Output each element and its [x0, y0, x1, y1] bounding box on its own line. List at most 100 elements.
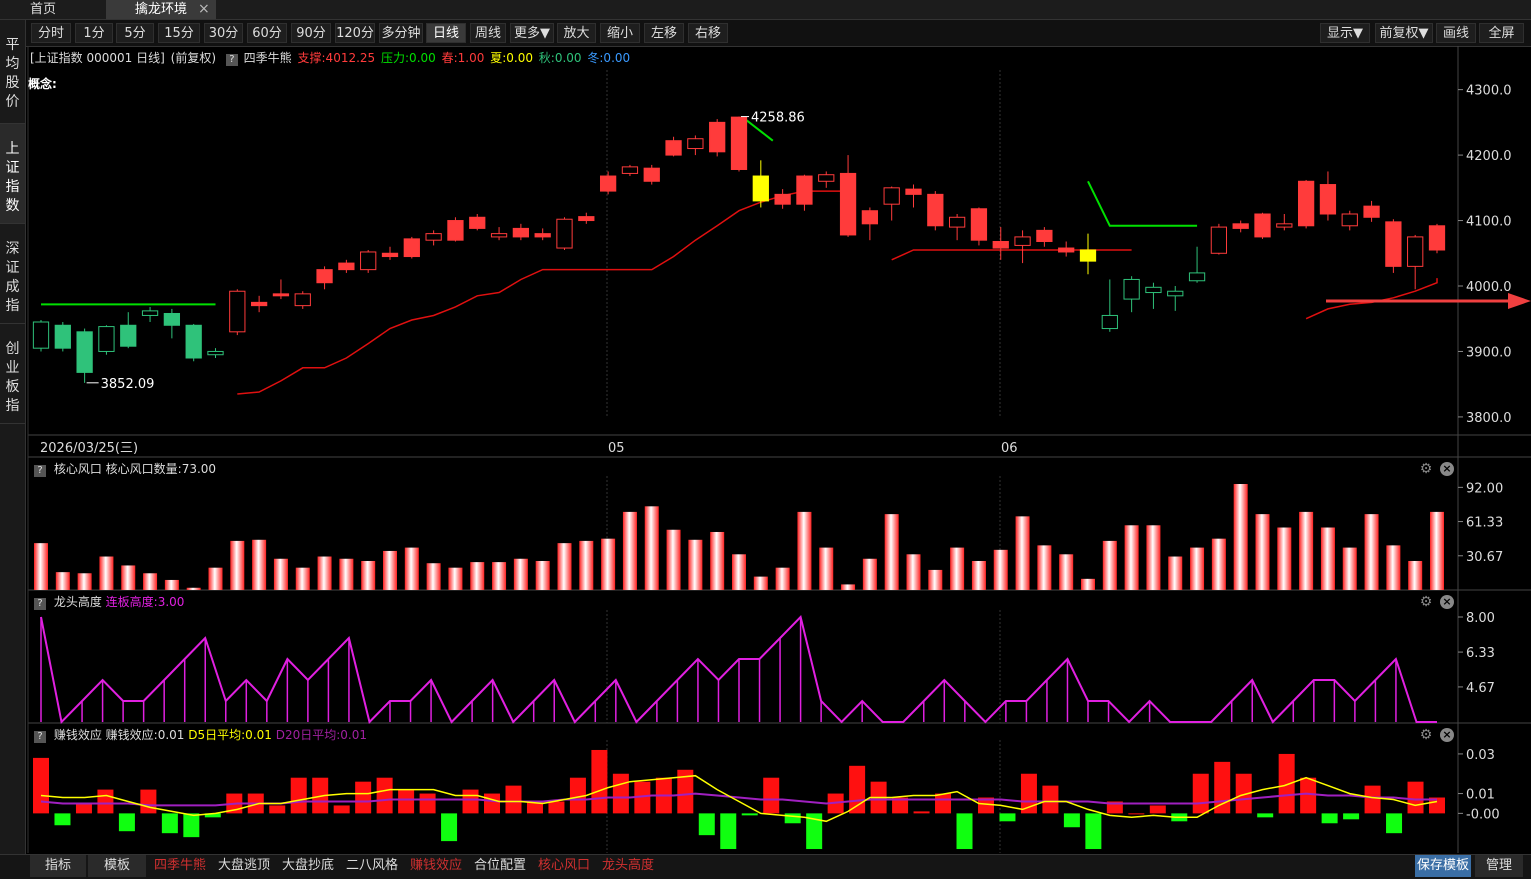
volume-bar	[164, 579, 179, 590]
y-tick-label: 4100.0	[1466, 215, 1512, 230]
indicator-tab-0[interactable]: 四季牛熊	[150, 855, 210, 877]
volume-bar	[99, 556, 114, 590]
volume-bar	[121, 565, 136, 590]
profit-bar	[1321, 813, 1338, 824]
candle-body	[1319, 184, 1337, 215]
profit-bar	[1386, 813, 1403, 834]
profit-bar	[720, 813, 737, 850]
tab-indicators[interactable]: 指标	[30, 855, 86, 877]
save-template-button[interactable]: 保存模板	[1415, 855, 1471, 877]
profit-bar	[355, 781, 372, 814]
candle-body	[1363, 205, 1380, 218]
candle-body	[120, 324, 137, 347]
candle-body	[1036, 229, 1053, 242]
tab-templates[interactable]: 模板	[88, 855, 146, 877]
profit-bar	[698, 813, 715, 836]
volume-bar	[775, 567, 790, 590]
volume-bar	[143, 573, 158, 590]
indicator-tab-6[interactable]: 核心风口	[534, 855, 594, 877]
manage-button[interactable]: 管理	[1475, 855, 1523, 877]
volume-bar	[971, 560, 986, 590]
x-tick-label: 06	[1001, 441, 1018, 456]
candle-body	[578, 216, 595, 222]
volume-bar	[841, 584, 856, 590]
indicator-tab-2[interactable]: 大盘抄底	[278, 855, 338, 877]
candle-body	[1210, 226, 1228, 254]
candle-body	[1167, 290, 1184, 297]
indicator-tab-4[interactable]: 赚钱效应	[406, 855, 466, 877]
indicator-tab-3[interactable]: 二八风格	[342, 855, 402, 877]
profit-bar	[441, 813, 458, 842]
volume-bar	[426, 563, 441, 590]
volume-bar	[579, 540, 594, 590]
candle-body	[643, 167, 660, 182]
candle-body	[272, 293, 290, 297]
gear-icon[interactable]: ⚙	[1419, 595, 1433, 609]
panel-series-label: 核心风口数量:73.00	[105, 462, 217, 476]
volume-bar	[1430, 511, 1444, 590]
d20-label: D20日平均:0.01	[275, 728, 368, 742]
volume-bar	[1190, 547, 1205, 590]
y-tick-label: 30.67	[1466, 550, 1503, 565]
volume-bar	[1124, 525, 1139, 590]
candle-body	[1341, 213, 1358, 227]
volume-bar	[993, 549, 1008, 590]
candle-body	[512, 227, 530, 238]
indicator-tab-7[interactable]: 龙头高度	[598, 855, 658, 877]
candle-body	[1188, 272, 1206, 282]
volume-bar	[753, 576, 768, 590]
help-icon[interactable]: ?	[34, 731, 46, 743]
profit-bar	[548, 801, 565, 814]
close-icon[interactable]: ×	[1440, 462, 1454, 476]
panel-series-label: 赚钱效应:0.01	[105, 728, 185, 742]
profit-bar	[763, 777, 780, 814]
profit-bar	[183, 813, 200, 838]
candle-body	[1232, 223, 1249, 229]
x-tick-label: 2026/03/25(三)	[40, 441, 138, 456]
profit-bar	[462, 789, 479, 814]
close-icon[interactable]: ×	[1440, 595, 1454, 609]
candle-body	[709, 121, 726, 153]
candle-body	[599, 175, 617, 192]
profit-bar	[161, 813, 178, 834]
profit-bar	[591, 749, 608, 814]
help-icon[interactable]: ?	[34, 598, 46, 610]
profit-bar	[784, 813, 801, 824]
volume-bar	[1364, 514, 1379, 590]
profit-bar	[1214, 761, 1231, 814]
profit-bar	[140, 789, 157, 814]
candle-body	[1385, 221, 1402, 267]
y-tick-label: 0.01	[1466, 788, 1495, 803]
volume-bar	[339, 558, 354, 590]
candle-body	[948, 216, 966, 228]
volume-bar	[1277, 527, 1292, 590]
candle-body	[360, 251, 377, 271]
indicator-tab-5[interactable]: 合位配置	[470, 855, 530, 877]
gear-icon[interactable]: ⚙	[1419, 728, 1433, 742]
volume-bar	[1059, 554, 1074, 590]
profit-bar	[376, 777, 393, 814]
profit-bar	[612, 773, 629, 814]
y-tick-label: 4300.0	[1466, 84, 1512, 99]
candle-body	[1428, 225, 1446, 251]
gear-icon[interactable]: ⚙	[1419, 462, 1433, 476]
volume-bar	[34, 543, 48, 590]
profit-bar	[1364, 785, 1381, 814]
volume-bar	[862, 558, 877, 590]
candle-body	[76, 331, 93, 373]
volume-bar	[230, 540, 245, 590]
y-tick-label: -0.00	[1466, 807, 1500, 822]
help-icon[interactable]: ?	[34, 465, 46, 477]
candle-body	[1058, 247, 1075, 253]
candle-body	[687, 138, 704, 150]
indicator-tab-1[interactable]: 大盘逃顶	[214, 855, 274, 877]
candle-body	[316, 269, 333, 284]
y-tick-label: 4200.0	[1466, 149, 1512, 164]
chart-canvas[interactable]: 4300.0 4200.0 4100.0 4000.0 3900.0 3800.0 2026…	[0, 0, 1531, 878]
volume-bar	[448, 567, 463, 590]
volume-bar	[383, 550, 397, 590]
candle-body	[403, 238, 420, 258]
close-icon[interactable]: ×	[1440, 728, 1454, 742]
volume-bar	[513, 558, 528, 590]
d5-label: D5日平均:0.01	[188, 728, 272, 742]
